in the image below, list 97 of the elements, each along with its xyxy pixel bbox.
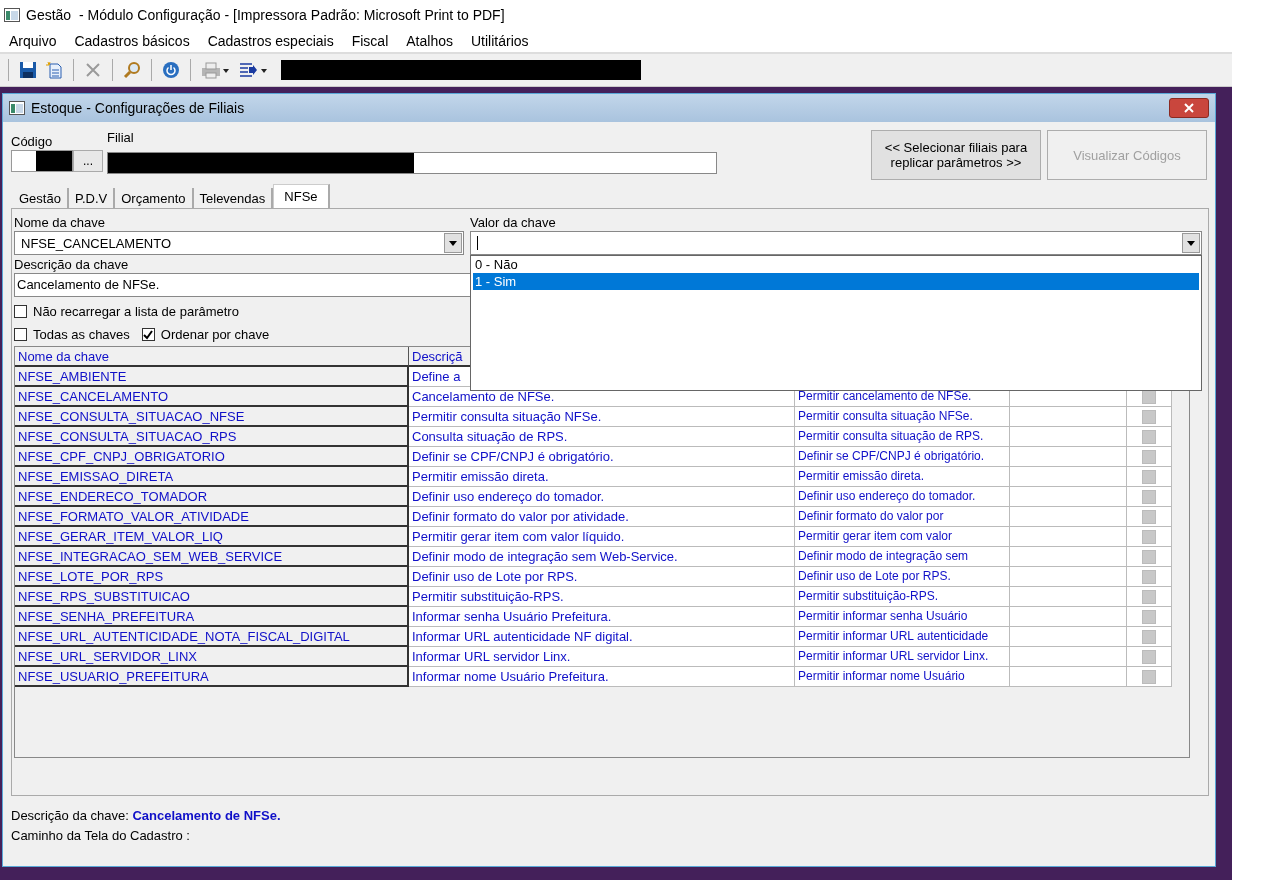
table-cell: Permitir consulta situação de RPS.	[795, 427, 1010, 447]
dropdown-option[interactable]: 0 - Não	[473, 256, 1199, 273]
table-cell: Definir modo de integração sem	[795, 547, 1010, 567]
checkbox[interactable]	[1142, 649, 1156, 664]
table-cell: NFSE_INTEGRACAO_SEM_WEB_SERVICE	[15, 547, 409, 567]
table-cell: NFSE_CONSULTA_SITUACAO_NFSE	[15, 407, 409, 427]
table-cell: Informar URL autenticidade NF digital.	[409, 627, 795, 647]
browse-button[interactable]: ...	[73, 150, 103, 172]
checkbox[interactable]: Todas as chaves	[14, 326, 130, 343]
table-cell: NFSE_FORMATO_VALOR_ATIVIDADE	[15, 507, 409, 527]
save-button[interactable]	[17, 59, 39, 81]
check-icon	[143, 329, 154, 340]
table-cell: NFSE_URL_SERVIDOR_LINX	[15, 647, 409, 667]
checkbox[interactable]	[1142, 589, 1156, 604]
search-button[interactable]	[121, 59, 143, 81]
table-cell: Informar nome Usuário Prefeitura.	[409, 667, 795, 687]
field-label: Valor da chave	[470, 215, 557, 231]
table-cell: Permitir emissão direta.	[795, 467, 1010, 487]
window-title: Estoque - Configurações de Filiais	[31, 100, 246, 116]
menu-item[interactable]: Cadastros especiais	[207, 33, 334, 49]
checkbox[interactable]	[1142, 629, 1156, 644]
field-label: Código	[11, 134, 54, 150]
field-label: Filial	[107, 130, 135, 146]
column-header[interactable]: Nome da chave	[15, 347, 409, 367]
close-button[interactable]	[1169, 98, 1209, 118]
checkbox[interactable]	[1142, 569, 1156, 584]
select-branches-button[interactable]: << Selecionar filiais para replicar parâmetros >>	[871, 130, 1041, 180]
table-cell: NFSE_CONSULTA_SITUACAO_RPS	[15, 427, 409, 447]
caret-icon	[449, 240, 457, 246]
menu-item[interactable]: Atalhos	[406, 33, 453, 49]
table-cell: NFSE_RPS_SUBSTITUICAO	[15, 587, 409, 607]
table-cell: Consulta situação de RPS.	[409, 427, 795, 447]
checkbox[interactable]	[1142, 609, 1156, 624]
menu-item[interactable]: Arquivo	[9, 33, 57, 49]
key-value-dropdown[interactable]	[470, 231, 1202, 255]
code-field[interactable]	[11, 150, 73, 172]
checkbox[interactable]	[1142, 549, 1156, 564]
table-cell: NFSE_USUARIO_PREFEITURA	[15, 667, 409, 687]
table-cell: NFSE_GERAR_ITEM_VALOR_LIQ	[15, 527, 409, 547]
table-cell: Permitir informar URL servidor Linx.	[795, 647, 1010, 667]
checkbox[interactable]	[1142, 429, 1156, 444]
table-cell: NFSE_SENHA_PREFEITURA	[15, 607, 409, 627]
table-cell: Definir se CPF/CNPJ é obrigatório.	[795, 447, 1010, 467]
table-cell: NFSE_CPF_CNPJ_OBRIGATORIO	[15, 447, 409, 467]
table-cell: Definir uso de Lote por RPS.	[409, 567, 795, 587]
table-cell: NFSE_ENDERECO_TOMADOR	[15, 487, 409, 507]
close-icon	[1183, 103, 1195, 113]
checkbox[interactable]	[1142, 469, 1156, 484]
table-cell: Definir formato do valor por	[795, 507, 1010, 527]
footer-label: Descrição da chave:	[11, 808, 129, 823]
table-cell: NFSE_CANCELAMENTO	[15, 387, 409, 407]
field-label: Nome da chave	[14, 215, 107, 231]
tab[interactable]: NFSe	[273, 184, 330, 208]
checkbox[interactable]	[1142, 529, 1156, 544]
table-cell: Definir uso endereço do tomador.	[409, 487, 795, 507]
menu-item[interactable]: Cadastros básicos	[74, 33, 190, 49]
menu-item[interactable]: Fiscal	[351, 33, 389, 49]
checkbox[interactable]: Não recarregar a lista de parâmetro	[14, 303, 239, 320]
window-icon	[9, 101, 25, 115]
app-icon	[4, 8, 20, 22]
table-cell: Informar URL servidor Linx.	[409, 647, 795, 667]
table-cell: Permitir substituição-RPS.	[409, 587, 795, 607]
table-cell: Definir uso endereço do tomador.	[795, 487, 1010, 507]
table-cell: Definir uso de Lote por RPS.	[795, 567, 1010, 587]
table-cell: Permitir informar URL autenticidade	[795, 627, 1010, 647]
checkbox[interactable]	[1142, 449, 1156, 464]
table-cell: Permitir consulta situação NFSe.	[795, 407, 1010, 427]
table-cell: NFSE_AMBIENTE	[15, 367, 409, 387]
field-label: Descrição da chave	[14, 257, 129, 273]
table-cell: NFSE_EMISSAO_DIRETA	[15, 467, 409, 487]
checkbox[interactable]	[1142, 669, 1156, 684]
footer-value: Cancelamento de NFSe.	[132, 808, 281, 823]
menu-item[interactable]: Utilitários	[470, 33, 529, 49]
table-cell: Informar senha Usuário Prefeitura.	[409, 607, 795, 627]
checkbox[interactable]	[1142, 489, 1156, 504]
table-cell: Permitir consulta situação NFSe.	[409, 407, 795, 427]
table-cell: Permitir substituição-RPS.	[795, 587, 1010, 607]
checkbox[interactable]	[1142, 409, 1156, 424]
table-cell: Definir formato do valor por atividade.	[409, 507, 795, 527]
table-cell: NFSE_URL_AUTENTICIDADE_NOTA_FISCAL_DIGITAL	[15, 627, 409, 647]
dropdown-option[interactable]: 1 - Sim	[473, 273, 1199, 290]
window-title: Gestão - Módulo Configuração - [Impressora Padrão: Microsoft Print to PDF]	[26, 7, 505, 23]
branch-field[interactable]	[107, 152, 717, 174]
power-button[interactable]	[160, 59, 182, 81]
checkbox[interactable]	[1142, 509, 1156, 524]
table-cell: Definir se CPF/CNPJ é obrigatório.	[409, 447, 795, 467]
table-cell: Permitir gerar item com valor líquido.	[409, 527, 795, 547]
caret-icon	[1187, 240, 1195, 246]
table-cell: NFSE_LOTE_POR_RPS	[15, 567, 409, 587]
table-cell: Definir modo de integração sem Web-Service.	[409, 547, 795, 567]
table-cell: Permitir informar senha Usuário	[795, 607, 1010, 627]
footer-label: Caminho da Tela do Cadastro :	[11, 828, 190, 843]
table-cell: Permitir informar nome Usuário	[795, 667, 1010, 687]
table-cell: Permitir emissão direta.	[409, 467, 795, 487]
checkbox[interactable]: Ordenar por chave	[141, 326, 270, 343]
table-cell: Permitir gerar item com valor	[795, 527, 1010, 547]
key-name-dropdown[interactable]: NFSE_CANCELAMENTO	[14, 231, 464, 255]
